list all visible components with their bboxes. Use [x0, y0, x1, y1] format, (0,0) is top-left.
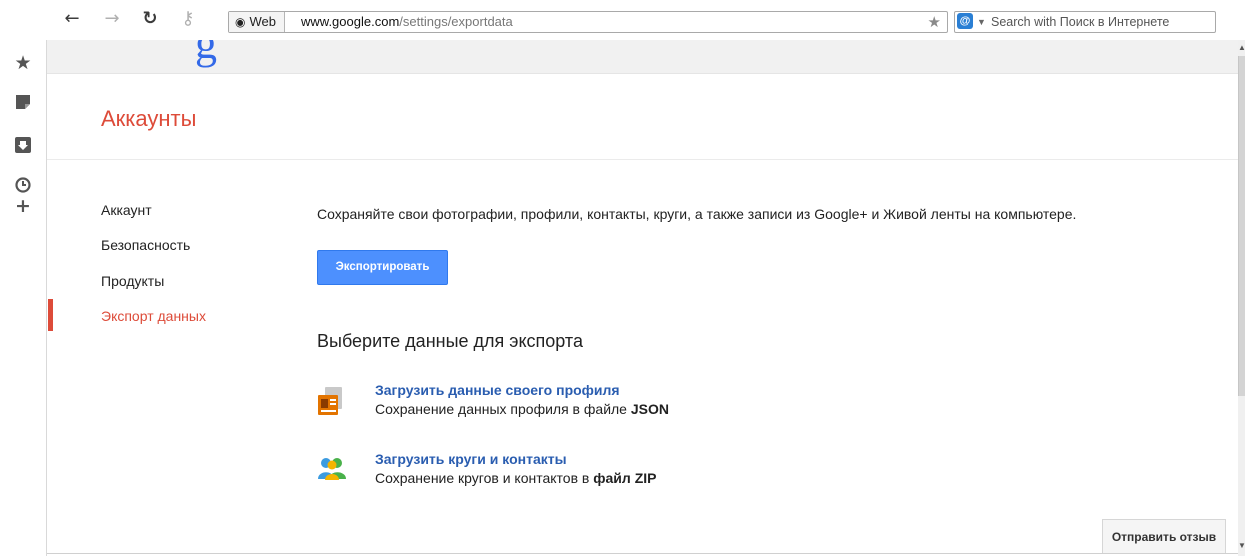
url-path: /settings/exportdata: [399, 14, 513, 29]
download-profile-link[interactable]: Загрузить данные своего профиля: [375, 382, 620, 398]
google-logo[interactable]: g: [195, 40, 217, 69]
download-circles-desc: Сохранение кругов и контактов в файл ZIP: [375, 470, 656, 486]
scroll-up-arrow-icon[interactable]: ▲: [1238, 42, 1245, 54]
desc-format: JSON: [630, 401, 669, 417]
search-placeholder: Search with Поиск в Интернете: [991, 15, 1170, 29]
section-heading: Выберите данные для экспорта: [317, 331, 583, 351]
nav-item-export-data[interactable]: Экспорт данных: [101, 308, 206, 324]
page-viewport: g Аккаунты Аккаунт Безопасность Продукты…: [46, 40, 1239, 556]
download-profile-desc: Сохранение данных профиля в файле JSON: [375, 401, 669, 417]
notes-icon[interactable]: [12, 91, 34, 113]
url-text[interactable]: www.google.com/settings/exportdata: [301, 12, 513, 32]
url-host: www.google.com: [301, 14, 400, 29]
desc-text: Сохранение кругов и контактов в: [375, 470, 594, 486]
active-nav-indicator: [48, 299, 53, 331]
profile-card-icon: [317, 386, 345, 416]
reload-icon[interactable]: ↻: [138, 6, 162, 32]
globe-icon: ◉: [235, 15, 246, 29]
title-divider: [47, 159, 1239, 160]
nav-item-account[interactable]: Аккаунт: [101, 202, 152, 218]
circles-people-icon: [317, 455, 346, 485]
bookmarks-star-icon[interactable]: ★: [12, 52, 34, 74]
page-bottom-border: [47, 553, 1239, 554]
chevron-down-icon[interactable]: ▼: [977, 12, 986, 32]
scroll-thumb[interactable]: [1238, 56, 1245, 396]
nav-item-security[interactable]: Безопасность: [101, 237, 190, 253]
address-bar[interactable]: ◉ Web www.google.com/settings/exportdata…: [228, 11, 948, 33]
desc-text: Сохранение данных профиля в файле: [375, 401, 631, 417]
scroll-down-arrow-icon[interactable]: ▼: [1238, 540, 1245, 552]
download-circles-link[interactable]: Загрузить круги и контакты: [375, 451, 567, 467]
page-title: Аккаунты: [101, 106, 197, 131]
back-arrow-icon[interactable]: ←: [60, 6, 84, 32]
forward-arrow-icon[interactable]: →: [100, 6, 124, 32]
browser-toolbar: ← → ↻ ⚷ ◉ Web www.google.com/settings/ex…: [0, 0, 1245, 40]
nav-item-products[interactable]: Продукты: [101, 273, 164, 289]
bookmark-star-icon[interactable]: ★: [928, 12, 941, 32]
browser-sidebar: ★ +: [0, 40, 46, 556]
export-circles-item: Загрузить круги и контакты Сохранение кр…: [317, 451, 917, 495]
url-chip-label: Web: [249, 14, 276, 29]
search-box[interactable]: @ ▼ Search with Поиск в Интернете: [954, 11, 1216, 33]
page-header-band: g: [47, 40, 1239, 74]
history-clock-icon[interactable]: [12, 174, 34, 196]
desc-format: файл ZIP: [593, 470, 657, 486]
export-button[interactable]: Экспортировать: [317, 250, 448, 285]
intro-text: Сохраняйте свои фотографии, профили, кон…: [317, 206, 1077, 222]
downloads-icon[interactable]: [12, 134, 34, 156]
send-feedback-button[interactable]: Отправить отзыв: [1102, 519, 1226, 553]
export-profile-item: Загрузить данные своего профиля Сохранен…: [317, 382, 917, 426]
add-panel-icon[interactable]: +: [12, 195, 34, 217]
page-scrollbar[interactable]: ▲ ▼: [1238, 40, 1245, 556]
search-engine-icon[interactable]: @: [957, 13, 973, 29]
url-site-chip[interactable]: ◉ Web: [229, 12, 285, 32]
key-icon[interactable]: ⚷: [176, 6, 200, 32]
